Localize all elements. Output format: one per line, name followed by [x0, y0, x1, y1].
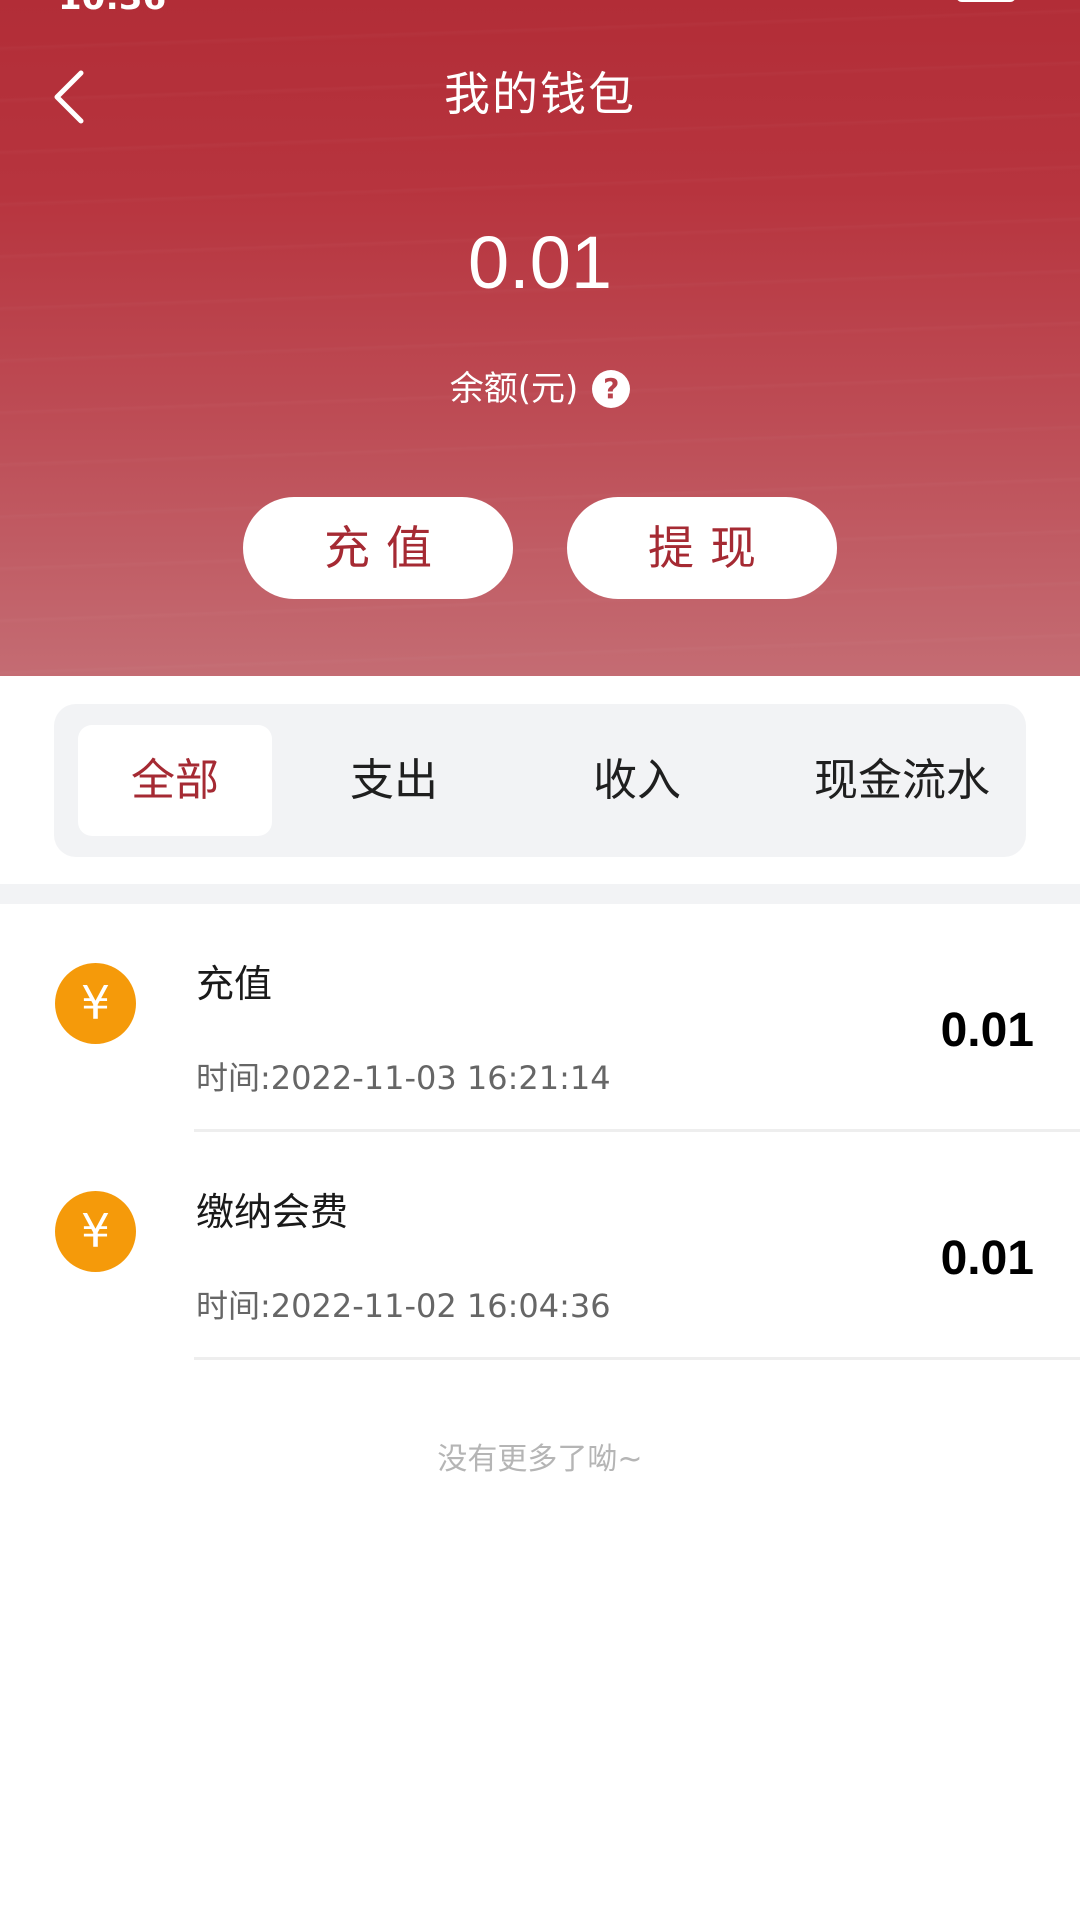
transaction-time: 时间:2022-11-02 16:04:36: [196, 1287, 611, 1325]
transaction-row[interactable]: ¥ 充值 时间:2022-11-03 16:21:14 0.01: [0, 904, 1080, 1132]
transaction-title: 缴纳会费: [196, 1190, 349, 1234]
withdraw-button[interactable]: 提现: [567, 497, 837, 599]
transaction-time: 时间:2022-11-03 16:21:14: [196, 1059, 611, 1097]
balance-amount: 0.01: [467, 221, 613, 304]
wallet-header: 10:36 我的钱包 0.01 余额(元) ? 充值 提现: [0, 0, 1080, 676]
tab-all[interactable]: 全部: [78, 725, 272, 836]
transaction-row[interactable]: ¥ 缴纳会费 时间:2022-11-02 16:04:36 0.01: [0, 1132, 1080, 1360]
yuan-coin-icon: ¥: [55, 963, 136, 1044]
battery-icon: [956, 0, 1016, 2]
tab-expense[interactable]: 支出: [297, 725, 491, 836]
section-divider: [0, 884, 1080, 904]
row-divider: [194, 1357, 1080, 1360]
wallet-page: 10:36 我的钱包 0.01 余额(元) ? 充值 提现 全部 支出 收入 现…: [0, 0, 1080, 1920]
transaction-amount: 0.01: [940, 1004, 1034, 1057]
transaction-filter-tabs: 全部 支出 收入 现金流水: [54, 704, 1026, 857]
balance-label-row: 余额(元) ?: [0, 366, 1080, 412]
tab-cash-flow[interactable]: 现金流水: [802, 725, 1002, 836]
transaction-title: 充值: [196, 962, 273, 1006]
balance-label: 余额(元): [449, 369, 579, 409]
yuan-coin-icon: ¥: [55, 1191, 136, 1272]
tab-income[interactable]: 收入: [540, 725, 734, 836]
help-icon[interactable]: ?: [592, 370, 631, 408]
recharge-button[interactable]: 充值: [243, 497, 513, 599]
transaction-amount: 0.01: [940, 1232, 1034, 1285]
end-of-list-hint: 没有更多了呦~: [437, 1442, 643, 1477]
status-time: 10:36: [58, 0, 166, 14]
status-bar: 10:36: [0, 0, 1080, 14]
page-title: 我的钱包: [444, 67, 636, 121]
